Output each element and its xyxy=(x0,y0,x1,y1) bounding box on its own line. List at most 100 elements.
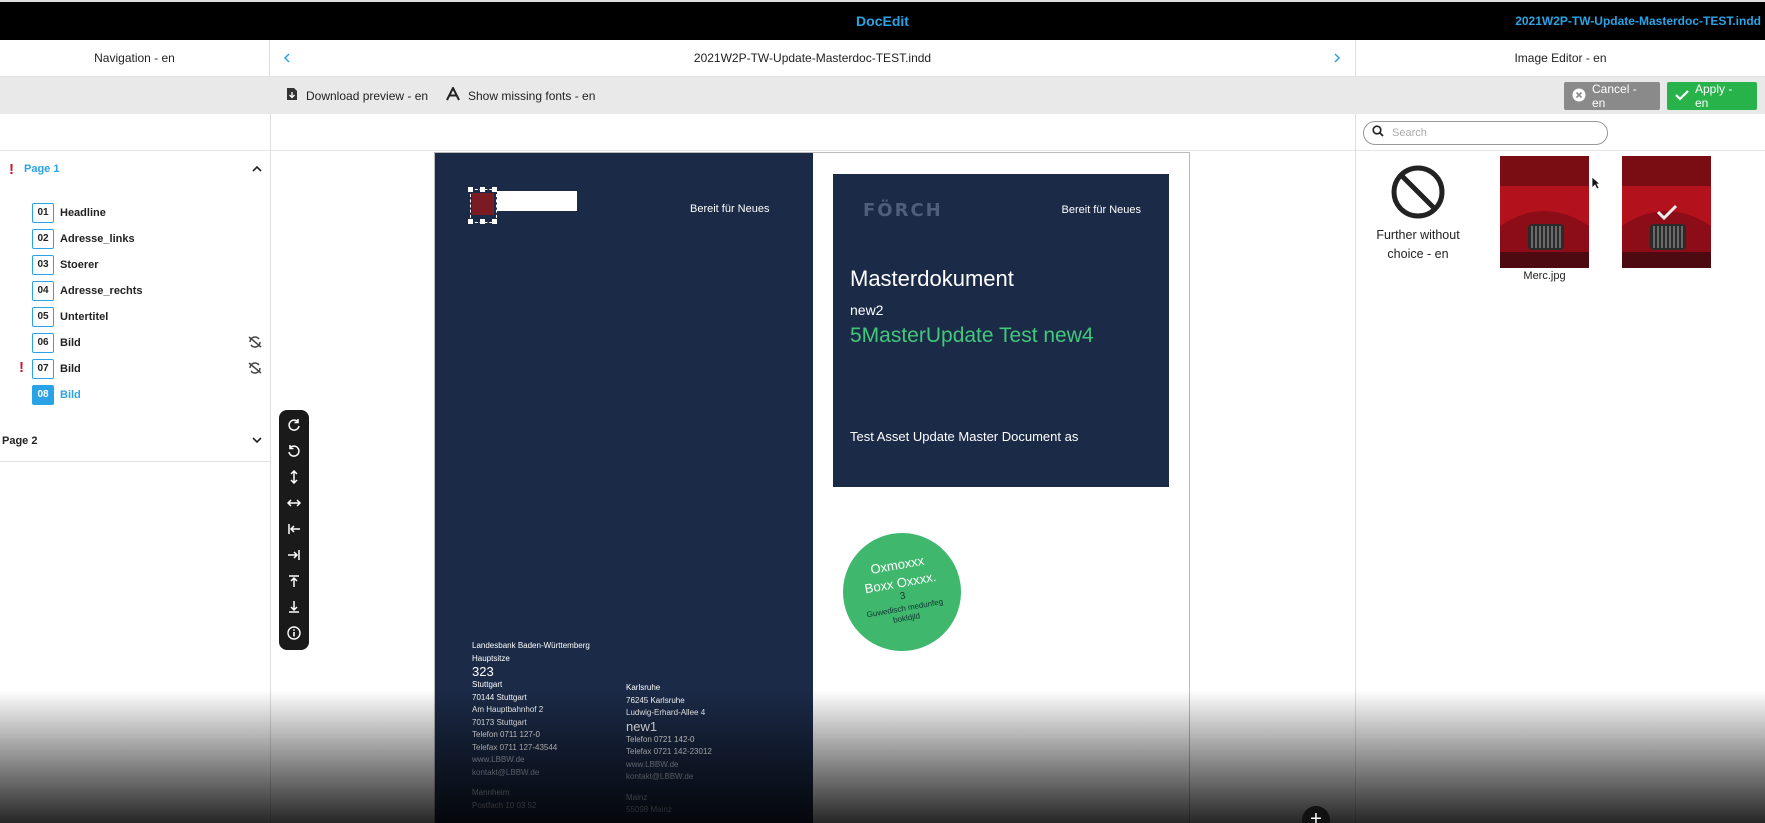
resize-handle[interactable] xyxy=(480,187,485,192)
document-page: Bereit für Neues Landesbank Baden-Württe… xyxy=(434,152,1190,823)
panel-header-row: Navigation - en 2021W2P-TW-Update-Master… xyxy=(0,40,1765,77)
search-row xyxy=(0,114,1765,151)
brand-logo: FÖRCH xyxy=(863,200,943,221)
show-missing-fonts-button[interactable]: Show missing fonts - en xyxy=(446,77,595,114)
cancel-circle-icon xyxy=(1572,88,1586,105)
image-thumbnail-selected[interactable] xyxy=(1622,156,1711,268)
headline-frame[interactable] xyxy=(497,191,577,211)
description-text[interactable]: Test Asset Update Master Document as xyxy=(850,429,1078,444)
resize-handle[interactable] xyxy=(492,219,497,224)
align-right-icon[interactable] xyxy=(284,545,304,565)
chevron-down-icon[interactable] xyxy=(252,435,262,447)
warning-icon: ! xyxy=(19,359,24,376)
subtitle-text[interactable]: new2 xyxy=(850,302,883,318)
address-number: 323 xyxy=(472,664,494,679)
page-2-header[interactable]: Page 2 xyxy=(0,431,270,451)
rotate-cw-icon[interactable] xyxy=(284,415,304,435)
apply-button[interactable]: Apply - en xyxy=(1667,82,1757,110)
nav-item-bild-08[interactable]: 08 Bild xyxy=(32,385,262,405)
download-preview-button[interactable]: Download preview - en xyxy=(286,77,428,114)
item-number: 03 xyxy=(32,255,54,275)
align-top-icon[interactable] xyxy=(284,571,304,591)
rotate-ccw-icon[interactable] xyxy=(284,441,304,461)
fit-horizontal-icon[interactable] xyxy=(284,493,304,513)
title-bar: DocEdit 2021W2P-TW-Update-Masterdoc-TEST… xyxy=(0,0,1765,40)
selection-box[interactable] xyxy=(470,189,497,223)
item-number: 01 xyxy=(32,203,54,223)
apply-label: Apply - en xyxy=(1695,82,1733,110)
warning-icon: ! xyxy=(9,160,14,178)
item-number: 05 xyxy=(32,307,54,327)
resize-handle[interactable] xyxy=(492,187,497,192)
address-line: kontakt@LBBW.de xyxy=(472,767,540,777)
font-icon xyxy=(446,85,460,104)
item-label: Untertitel xyxy=(60,311,109,323)
nav-item-untertitel[interactable]: 05 Untertitel xyxy=(32,307,262,327)
page-1-header[interactable]: ! Page 1 xyxy=(0,159,270,179)
item-label: Headline xyxy=(60,207,106,219)
address-line: Am Hauptbahnhof 2 xyxy=(472,705,544,714)
cover-box: FÖRCH Bereit für Neues Masterdokument ne… xyxy=(833,174,1169,487)
address-line: Telefon 0721 142-0 xyxy=(626,734,695,744)
nav-item-stoerer[interactable]: 03 Stoerer xyxy=(32,255,262,275)
align-bottom-icon[interactable] xyxy=(284,597,304,617)
show-missing-fonts-label: Show missing fonts - en xyxy=(468,88,596,103)
item-number: 08 xyxy=(32,385,54,405)
chevron-left-icon[interactable] xyxy=(283,40,291,77)
nav-item-bild-07[interactable]: ! 07 Bild xyxy=(19,359,262,379)
image-editor-panel-title: Image Editor - en xyxy=(1355,40,1765,77)
untertitel-text[interactable]: 5MasterUpdate Test new4 xyxy=(850,322,1110,350)
address-line: www.LBBW.de xyxy=(626,759,679,769)
address-line: Mainz xyxy=(626,792,648,802)
no-choice-icon xyxy=(1390,165,1446,223)
align-left-icon[interactable] xyxy=(284,519,304,539)
nav-item-headline[interactable]: 01 Headline xyxy=(32,203,262,223)
address-right[interactable]: Karlsruhe 76245 Karlsruhe Ludwig-Erhard-… xyxy=(626,682,712,817)
download-preview-label: Download preview - en xyxy=(306,88,429,103)
image-editor-panel: Further without choice - en Merc.jpg xyxy=(1356,152,1765,823)
page-1-label: Page 1 xyxy=(24,163,60,175)
address-line: Postfach 10 03 52 xyxy=(472,800,537,810)
address-line: www.LBBW.de xyxy=(472,755,525,764)
address-line: Karlsruhe xyxy=(626,683,661,692)
image-tools-palette xyxy=(279,410,309,650)
stoerer-badge[interactable]: Oxmoxxx Boxx Oxxxx. 3 Guwedisch medunfeg… xyxy=(833,523,971,661)
address-left[interactable]: Landesbank Baden-Württemberg Hauptsitze … xyxy=(472,640,590,812)
resize-handle[interactable] xyxy=(480,219,485,224)
address-line: 70144 Stuttgart xyxy=(472,692,527,702)
nav-item-adresse-rechts[interactable]: 04 Adresse_rechts xyxy=(32,281,262,301)
cancel-button[interactable]: Cancel - en xyxy=(1564,82,1660,110)
nav-item-adresse-links[interactable]: 02 Adresse_links xyxy=(32,229,262,249)
image-name: Merc.jpg xyxy=(1523,270,1566,282)
fit-vertical-icon[interactable] xyxy=(284,467,304,487)
item-number: 07 xyxy=(32,359,54,379)
resize-handle[interactable] xyxy=(468,187,473,192)
sync-disabled-icon[interactable] xyxy=(248,335,262,351)
headline-text[interactable]: Masterdokument xyxy=(850,266,1014,292)
address-line: Telefax 0721 142-23012 xyxy=(626,747,712,756)
search-input[interactable] xyxy=(1392,127,1592,139)
address-line: Mannheim xyxy=(472,788,510,797)
address-line: Stuttgart xyxy=(472,680,503,689)
info-icon[interactable] xyxy=(284,623,304,643)
resize-handle[interactable] xyxy=(468,219,473,224)
sync-disabled-icon[interactable] xyxy=(248,361,262,377)
chevron-up-icon[interactable] xyxy=(252,163,262,175)
file-download-icon xyxy=(286,87,298,104)
item-label: Bild xyxy=(60,337,81,349)
item-label: Adresse_links xyxy=(60,233,135,245)
chevron-right-icon[interactable] xyxy=(1333,40,1341,77)
further-without-choice-option[interactable]: Further without choice - en xyxy=(1368,164,1468,264)
left-tagline[interactable]: Bereit für Neues xyxy=(690,203,769,215)
image-thumbnail-merc[interactable] xyxy=(1500,156,1589,268)
page-separator xyxy=(0,461,270,462)
image-search-box[interactable] xyxy=(1363,121,1608,145)
document-title[interactable]: 2021W2P-TW-Update-Masterdoc-TEST.indd xyxy=(1515,14,1761,28)
item-label: Stoerer xyxy=(60,259,99,271)
address-line: Ludwig-Erhard-Allee 4 xyxy=(626,708,706,717)
document-name: 2021W2P-TW-Update-Masterdoc-TEST.indd xyxy=(693,51,932,65)
nav-item-bild-06[interactable]: 06 Bild xyxy=(32,333,262,353)
checkmark-icon xyxy=(1675,89,1689,104)
right-tagline[interactable]: Bereit für Neues xyxy=(1062,204,1141,216)
item-label: Bild xyxy=(60,363,81,375)
